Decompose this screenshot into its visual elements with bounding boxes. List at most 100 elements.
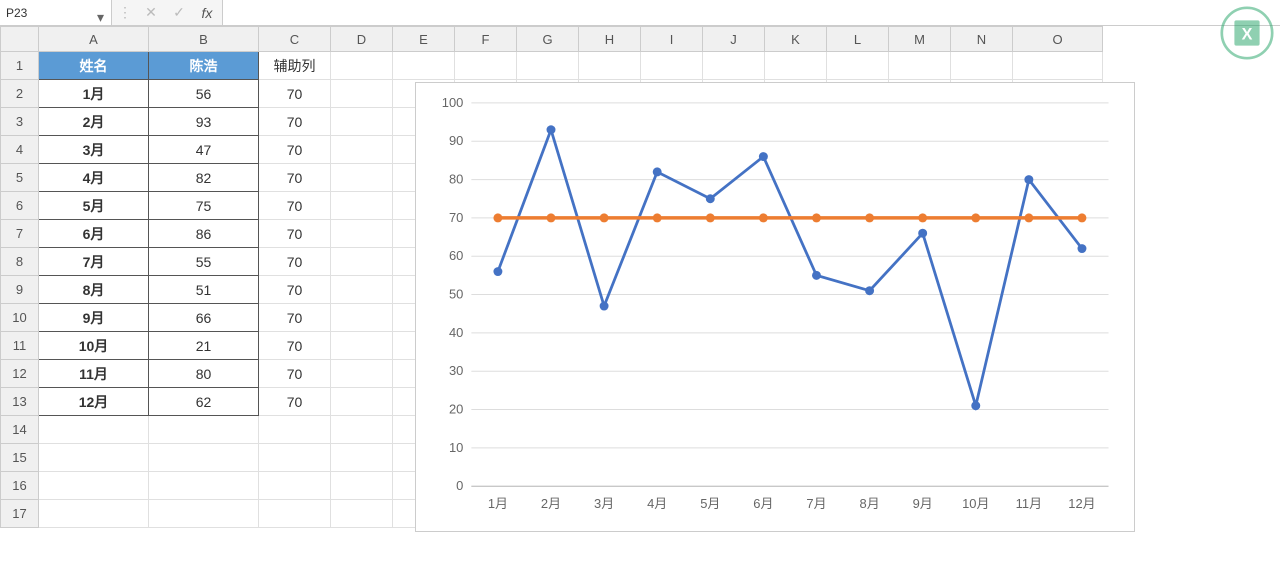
cell[interactable] bbox=[889, 52, 951, 80]
row-header[interactable]: 4 bbox=[1, 136, 39, 164]
row-header[interactable]: 8 bbox=[1, 248, 39, 276]
cell[interactable]: 56 bbox=[149, 80, 259, 108]
cell[interactable] bbox=[331, 332, 393, 360]
row-header[interactable]: 6 bbox=[1, 192, 39, 220]
cell[interactable] bbox=[39, 472, 149, 500]
col-header[interactable]: F bbox=[455, 27, 517, 52]
cell[interactable] bbox=[331, 220, 393, 248]
cell[interactable] bbox=[331, 416, 393, 444]
cell[interactable] bbox=[331, 500, 393, 528]
cell[interactable]: 21 bbox=[149, 332, 259, 360]
name-box[interactable]: P23 ▾ bbox=[0, 0, 112, 25]
cell[interactable]: 姓名 bbox=[39, 52, 149, 80]
row-header[interactable]: 12 bbox=[1, 360, 39, 388]
cell[interactable]: 70 bbox=[259, 80, 331, 108]
col-header[interactable]: C bbox=[259, 27, 331, 52]
cell[interactable]: 陈浩 bbox=[149, 52, 259, 80]
cell[interactable]: 86 bbox=[149, 220, 259, 248]
col-header[interactable]: O bbox=[1013, 27, 1103, 52]
vertical-dots-icon[interactable]: ⋮ bbox=[118, 4, 132, 21]
col-header[interactable]: J bbox=[703, 27, 765, 52]
select-all-corner[interactable] bbox=[1, 27, 39, 52]
cell[interactable]: 66 bbox=[149, 304, 259, 332]
cell[interactable]: 2月 bbox=[39, 108, 149, 136]
cell[interactable]: 70 bbox=[259, 164, 331, 192]
cell[interactable] bbox=[455, 52, 517, 80]
col-header[interactable]: H bbox=[579, 27, 641, 52]
cell[interactable] bbox=[259, 500, 331, 528]
cell[interactable] bbox=[331, 248, 393, 276]
cell[interactable]: 93 bbox=[149, 108, 259, 136]
cell[interactable]: 51 bbox=[149, 276, 259, 304]
col-header[interactable]: B bbox=[149, 27, 259, 52]
cell[interactable]: 70 bbox=[259, 248, 331, 276]
cell[interactable] bbox=[149, 500, 259, 528]
col-header[interactable]: I bbox=[641, 27, 703, 52]
cell[interactable] bbox=[331, 444, 393, 472]
col-header[interactable]: N bbox=[951, 27, 1013, 52]
col-header[interactable]: E bbox=[393, 27, 455, 52]
cell[interactable] bbox=[39, 500, 149, 528]
cell[interactable]: 70 bbox=[259, 192, 331, 220]
col-header[interactable]: L bbox=[827, 27, 889, 52]
fx-icon[interactable]: fx bbox=[198, 5, 216, 21]
cell[interactable] bbox=[331, 472, 393, 500]
cell[interactable] bbox=[259, 472, 331, 500]
cell[interactable] bbox=[517, 52, 579, 80]
cell[interactable]: 55 bbox=[149, 248, 259, 276]
cell[interactable]: 3月 bbox=[39, 136, 149, 164]
cell[interactable] bbox=[951, 52, 1013, 80]
cell[interactable]: 11月 bbox=[39, 360, 149, 388]
cell[interactable] bbox=[149, 472, 259, 500]
row-header[interactable]: 2 bbox=[1, 80, 39, 108]
cell[interactable] bbox=[331, 136, 393, 164]
cell[interactable] bbox=[39, 416, 149, 444]
row-header[interactable]: 5 bbox=[1, 164, 39, 192]
cell[interactable] bbox=[149, 444, 259, 472]
cell[interactable] bbox=[1013, 52, 1103, 80]
cell[interactable]: 75 bbox=[149, 192, 259, 220]
col-header[interactable]: K bbox=[765, 27, 827, 52]
row-header[interactable]: 13 bbox=[1, 388, 39, 416]
cell[interactable]: 70 bbox=[259, 276, 331, 304]
cell[interactable]: 6月 bbox=[39, 220, 149, 248]
cancel-edit-button[interactable]: ✕ bbox=[142, 4, 160, 21]
cell[interactable]: 辅助列 bbox=[259, 52, 331, 80]
cell[interactable]: 7月 bbox=[39, 248, 149, 276]
row-header[interactable]: 1 bbox=[1, 52, 39, 80]
cell[interactable]: 1月 bbox=[39, 80, 149, 108]
cell[interactable]: 70 bbox=[259, 332, 331, 360]
cell[interactable] bbox=[641, 52, 703, 80]
cell[interactable] bbox=[765, 52, 827, 80]
cell[interactable]: 62 bbox=[149, 388, 259, 416]
cell[interactable] bbox=[331, 388, 393, 416]
cell[interactable]: 8月 bbox=[39, 276, 149, 304]
cell[interactable]: 82 bbox=[149, 164, 259, 192]
row-header[interactable]: 16 bbox=[1, 472, 39, 500]
cell[interactable] bbox=[331, 192, 393, 220]
chevron-down-icon[interactable]: ▾ bbox=[97, 9, 105, 17]
cell[interactable] bbox=[39, 444, 149, 472]
formula-input[interactable] bbox=[222, 0, 1280, 25]
row-header[interactable]: 11 bbox=[1, 332, 39, 360]
cell[interactable] bbox=[331, 108, 393, 136]
cell[interactable] bbox=[331, 276, 393, 304]
col-header[interactable]: D bbox=[331, 27, 393, 52]
row-header[interactable]: 3 bbox=[1, 108, 39, 136]
row-header[interactable]: 15 bbox=[1, 444, 39, 472]
cell[interactable] bbox=[149, 416, 259, 444]
cell[interactable] bbox=[703, 52, 765, 80]
cell[interactable] bbox=[331, 360, 393, 388]
cell[interactable] bbox=[579, 52, 641, 80]
cell[interactable]: 70 bbox=[259, 108, 331, 136]
cell[interactable] bbox=[259, 444, 331, 472]
cell[interactable] bbox=[331, 304, 393, 332]
cell[interactable] bbox=[259, 416, 331, 444]
col-header[interactable]: G bbox=[517, 27, 579, 52]
cell[interactable] bbox=[331, 164, 393, 192]
cell[interactable]: 70 bbox=[259, 388, 331, 416]
row-header[interactable]: 17 bbox=[1, 500, 39, 528]
cell[interactable]: 70 bbox=[259, 220, 331, 248]
cell[interactable] bbox=[827, 52, 889, 80]
cell[interactable]: 70 bbox=[259, 304, 331, 332]
